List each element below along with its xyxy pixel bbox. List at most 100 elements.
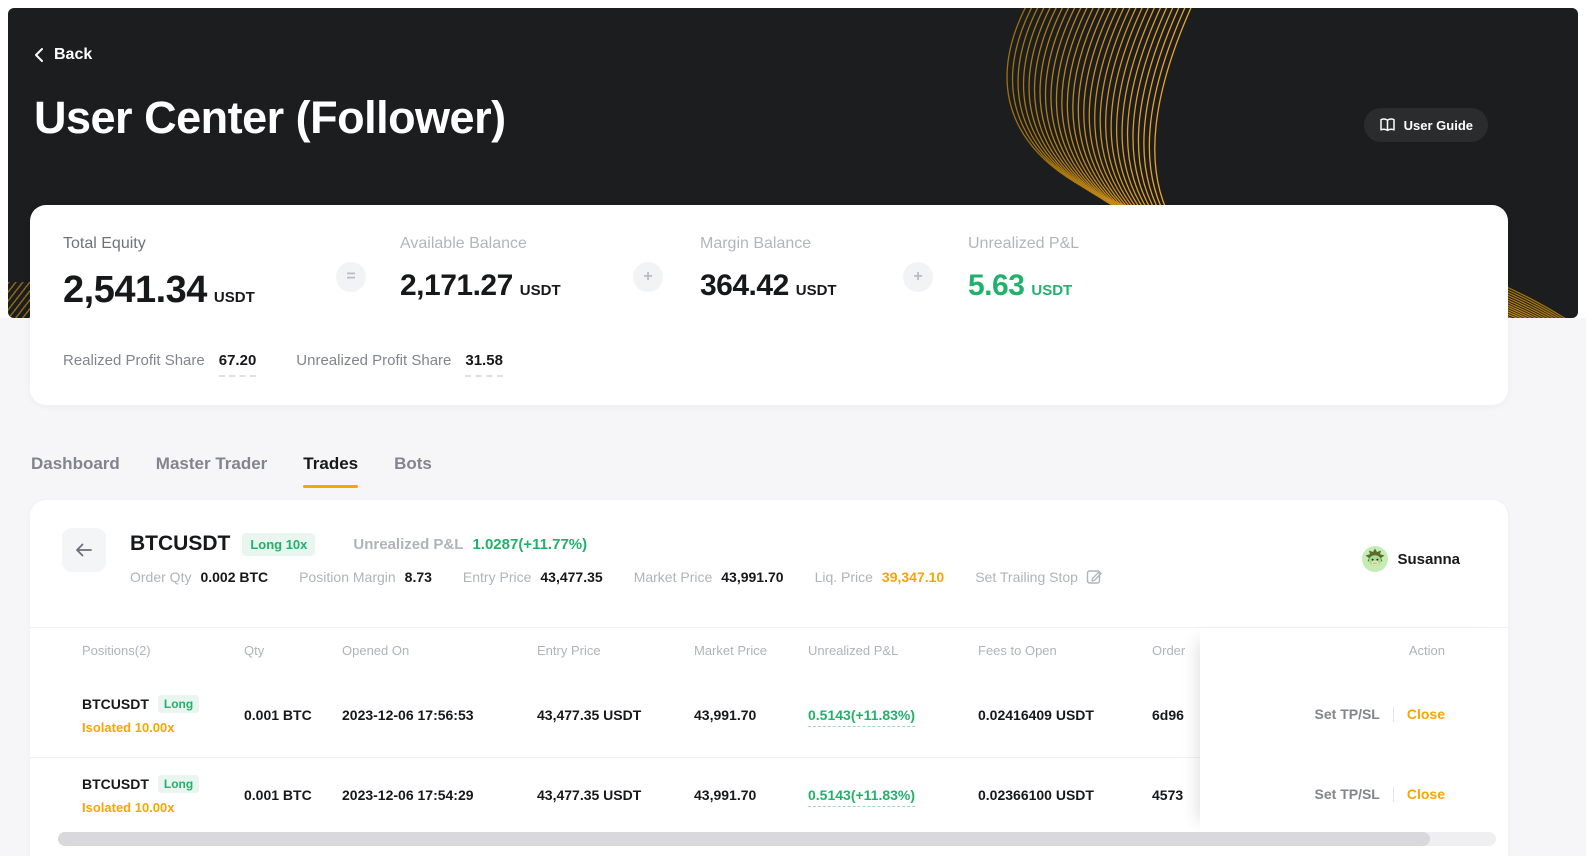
equals-icon: =	[336, 262, 366, 292]
position-summary-line1: BTCUSDT Long 10x Unrealized P&L 1.0287(+…	[130, 532, 587, 556]
back-button[interactable]: Back	[34, 46, 92, 64]
available-balance-value: 2,171.27	[400, 269, 513, 303]
trades-card: BTCUSDT Long 10x Unrealized P&L 1.0287(+…	[30, 500, 1508, 856]
col-header-opened-on: Opened On	[342, 643, 409, 658]
row-unrealized-pnl[interactable]: 0.5143(+11.83%)	[808, 707, 915, 727]
position-margin-value: 8.73	[405, 569, 432, 585]
total-equity-block: Total Equity 2,541.34 USDT	[63, 235, 255, 312]
row-symbol: BTCUSDT Long	[82, 695, 199, 713]
row-qty: 0.001 BTC	[244, 707, 312, 723]
entry-price-stat: Entry Price 43,477.35	[463, 569, 603, 585]
arrow-left-icon	[75, 542, 93, 558]
row-side-badge: Long	[158, 775, 199, 793]
sticky-action-column: Action Set TP/SL Close Set TP/SL Close	[1200, 628, 1508, 833]
row-market-price: 43,991.70	[694, 787, 756, 803]
unrealized-pnl-label: Unrealized P&L	[968, 235, 1079, 253]
position-margin-stat: Position Margin 8.73	[299, 569, 432, 585]
row-side-badge: Long	[158, 695, 199, 713]
margin-balance-block: Margin Balance 364.42 USDT	[700, 235, 837, 303]
user-guide-label: User Guide	[1404, 118, 1473, 133]
col-header-fees: Fees to Open	[978, 643, 1057, 658]
available-balance-label: Available Balance	[400, 235, 561, 253]
close-position-button[interactable]: Close	[1407, 706, 1445, 722]
book-icon	[1379, 117, 1396, 133]
realized-profit-share-value[interactable]: 67.20	[219, 352, 257, 377]
master-trader-chip[interactable]: Susanna	[1362, 546, 1460, 572]
horizontal-scrollbar-track[interactable]	[58, 832, 1496, 846]
equals-glyph: =	[346, 268, 355, 286]
position-margin-label: Position Margin	[299, 569, 396, 585]
row-entry-price: 43,477.35 USDT	[537, 787, 641, 803]
col-header-order: Order	[1152, 643, 1202, 658]
row-qty: 0.001 BTC	[244, 787, 312, 803]
row-order-id: 4573	[1152, 787, 1202, 803]
action-divider	[1393, 787, 1394, 802]
plus-glyph: +	[643, 268, 652, 286]
unrealized-profit-share: Unrealized Profit Share 31.58	[296, 352, 503, 377]
liq-price-label: Liq. Price	[815, 569, 873, 585]
tab-bar: Dashboard Master Trader Trades Bots	[31, 454, 432, 488]
row-opened-on: 2023-12-06 17:54:29	[342, 787, 474, 803]
plus-icon: +	[903, 262, 933, 292]
set-tpsl-button[interactable]: Set TP/SL	[1315, 786, 1380, 802]
tab-master-trader[interactable]: Master Trader	[156, 454, 268, 488]
row-unrealized-pnl[interactable]: 0.5143(+11.83%)	[808, 787, 915, 807]
row-margin-mode: Isolated 10.00x	[82, 800, 175, 815]
margin-balance-unit: USDT	[796, 282, 837, 299]
unrealized-pnl-value: 5.63	[968, 269, 1024, 303]
market-price-value: 43,991.70	[721, 569, 783, 585]
col-header-positions: Positions(2)	[82, 643, 151, 658]
order-qty-stat: Order Qty 0.002 BTC	[130, 569, 268, 585]
set-trailing-stop-button[interactable]: Set Trailing Stop	[975, 568, 1103, 585]
row-actions: Set TP/SL Close	[1315, 706, 1445, 722]
row-symbol: BTCUSDT Long	[82, 775, 199, 793]
active-tab-underline	[303, 485, 358, 488]
balance-card: Total Equity 2,541.34 USDT = Available B…	[30, 205, 1508, 405]
action-divider	[1393, 707, 1394, 722]
col-header-unrealized-pnl: Unrealized P&L	[808, 643, 898, 658]
trader-avatar	[1362, 546, 1388, 572]
row-order-id: 6d96	[1152, 707, 1202, 723]
row-margin-mode: Isolated 10.00x	[82, 720, 175, 735]
back-chevron-icon	[34, 47, 44, 63]
set-trailing-stop-label: Set Trailing Stop	[975, 569, 1078, 585]
liq-price-value: 39,347.10	[882, 569, 944, 585]
close-position-button[interactable]: Close	[1407, 786, 1445, 802]
row-symbol-text: BTCUSDT	[82, 696, 149, 712]
total-equity-unit: USDT	[214, 289, 255, 306]
tab-trades-label: Trades	[303, 454, 358, 473]
horizontal-scrollbar-thumb[interactable]	[58, 832, 1430, 846]
position-summary-line2: Order Qty 0.002 BTC Position Margin 8.73…	[130, 568, 1103, 585]
tab-trades[interactable]: Trades	[303, 454, 358, 488]
row-symbol-text: BTCUSDT	[82, 776, 149, 792]
position-symbol: BTCUSDT	[130, 532, 230, 556]
user-guide-button[interactable]: User Guide	[1364, 108, 1488, 142]
col-header-qty: Qty	[244, 643, 264, 658]
plus-icon: +	[633, 262, 663, 292]
margin-balance-label: Margin Balance	[700, 235, 837, 253]
unrealized-pnl-block: Unrealized P&L 5.63 USDT	[968, 235, 1079, 303]
row-actions: Set TP/SL Close	[1315, 786, 1445, 802]
plus-glyph: +	[913, 268, 922, 286]
set-tpsl-button[interactable]: Set TP/SL	[1315, 706, 1380, 722]
row-entry-price: 43,477.35 USDT	[537, 707, 641, 723]
position-back-button[interactable]	[62, 528, 106, 572]
tab-dashboard-label: Dashboard	[31, 454, 120, 473]
position-side-badge: Long 10x	[242, 533, 315, 556]
row-fees: 0.02416409 USDT	[978, 707, 1094, 723]
unrealized-pnl-unit: USDT	[1031, 282, 1072, 299]
tab-dashboard[interactable]: Dashboard	[31, 454, 120, 488]
profit-share-row: Realized Profit Share 67.20 Unrealized P…	[63, 352, 503, 377]
unrealized-profit-share-label: Unrealized Profit Share	[296, 352, 451, 369]
col-header-market-price: Market Price	[694, 643, 767, 658]
unrealized-profit-share-value[interactable]: 31.58	[465, 352, 503, 377]
total-equity-value: 2,541.34	[63, 269, 207, 312]
page-title: User Center (Follower)	[34, 92, 506, 144]
liq-price-stat: Liq. Price 39,347.10	[815, 569, 945, 585]
summary-pnl-label: Unrealized P&L	[353, 536, 463, 553]
col-header-action: Action	[1409, 643, 1445, 658]
summary-pnl-value: 1.0287(+11.77%)	[472, 536, 587, 553]
tab-master-trader-label: Master Trader	[156, 454, 268, 473]
tab-bots[interactable]: Bots	[394, 454, 432, 488]
page: Back User Center (Follower) User Guide T…	[0, 0, 1586, 856]
